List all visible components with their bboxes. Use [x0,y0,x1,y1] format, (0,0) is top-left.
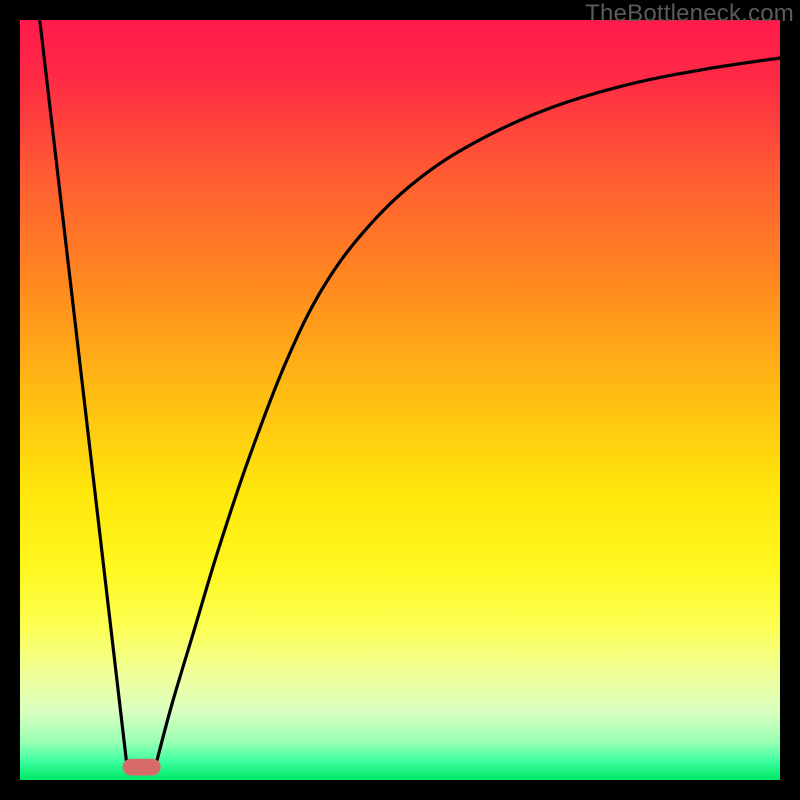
bottleneck-chart [20,20,780,780]
watermark-text: TheBottleneck.com [585,0,794,28]
gradient-background [20,20,780,780]
optimal-marker [123,759,161,776]
